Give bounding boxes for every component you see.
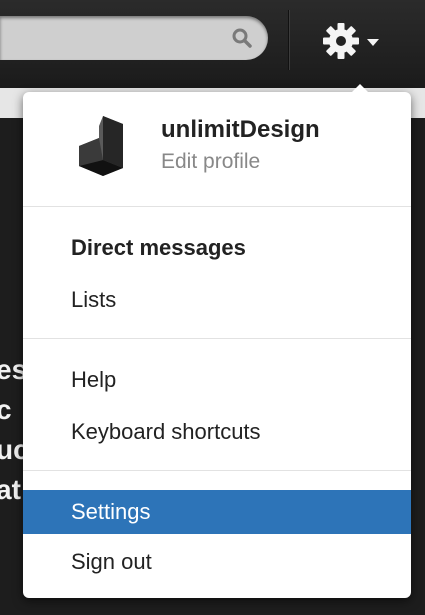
topbar-divider [288, 10, 289, 70]
search-icon [232, 28, 252, 48]
search-input[interactable] [0, 16, 268, 60]
settings-menu-button[interactable] [300, 16, 400, 66]
menu-divider [23, 206, 411, 207]
profile-link[interactable]: unlimitDesign Edit profile [23, 92, 411, 204]
settings-dropdown-menu: unlimitDesign Edit profile Direct messag… [23, 84, 411, 598]
profile-username: unlimitDesign [161, 116, 320, 143]
menu-item-keyboard-shortcuts[interactable]: Keyboard shortcuts [23, 410, 411, 454]
chevron-down-icon [367, 38, 379, 46]
menu-divider [23, 470, 411, 471]
edit-profile-label: Edit profile [161, 150, 261, 173]
menu-item-help[interactable]: Help [23, 358, 411, 402]
gear-icon [323, 23, 359, 59]
menu-item-lists[interactable]: Lists [23, 278, 411, 322]
menu-item-settings[interactable]: Settings [23, 490, 411, 534]
menu-item-sign-out[interactable]: Sign out [23, 540, 411, 584]
search-button[interactable] [226, 22, 258, 54]
menu-divider [23, 338, 411, 339]
unlimitdesign-logo [79, 116, 123, 176]
menu-item-direct-messages[interactable]: Direct messages [23, 226, 411, 270]
top-bar [0, 0, 425, 88]
